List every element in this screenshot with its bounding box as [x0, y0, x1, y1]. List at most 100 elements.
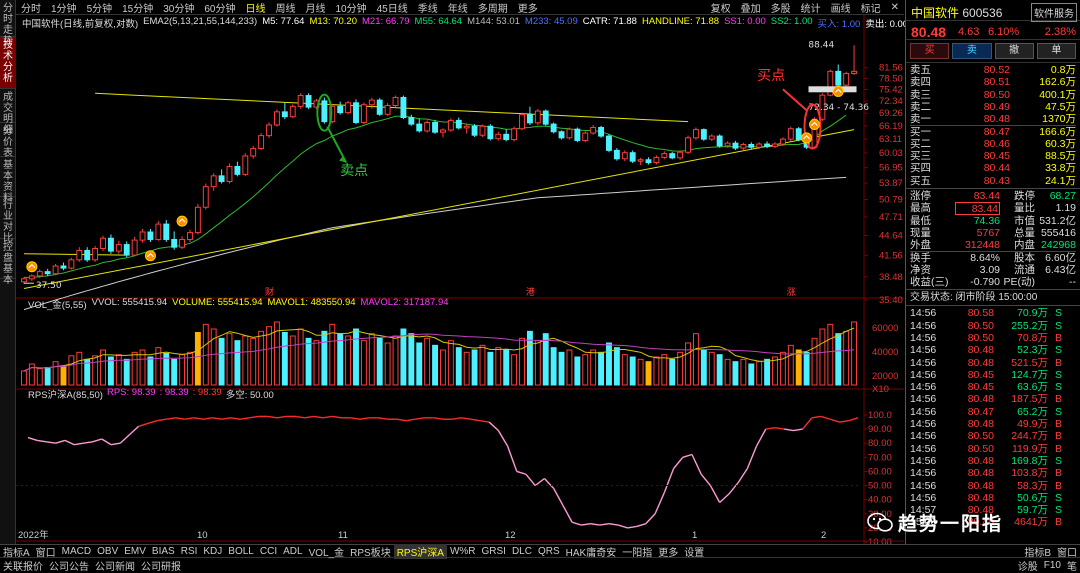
side-tab-0[interactable]: 分时走势 — [0, 0, 16, 47]
candle[interactable] — [353, 99, 359, 125]
candle[interactable] — [574, 127, 581, 143]
candle[interactable] — [226, 163, 233, 184]
candle[interactable] — [566, 127, 573, 140]
candle[interactable] — [534, 109, 541, 125]
status-link-1[interactable]: 公司公告 — [46, 558, 92, 573]
candle[interactable] — [471, 124, 478, 137]
buy-button[interactable]: 买 — [910, 43, 950, 59]
toolbar-1[interactable]: 叠加 — [736, 0, 766, 15]
indicator-tab-2[interactable]: MACD — [59, 546, 94, 557]
indicator-tab-0[interactable]: 指标A — [0, 544, 33, 559]
candle[interactable] — [598, 125, 605, 138]
candle[interactable] — [479, 124, 486, 137]
candle[interactable] — [376, 98, 383, 116]
side-tab-2[interactable]: 成交明细 — [0, 89, 16, 136]
candle[interactable] — [795, 127, 802, 142]
side-tab-4[interactable]: 基本资料 — [0, 157, 16, 204]
indicator-tab-20[interactable]: 更多 — [655, 544, 681, 559]
indicator-tab-15[interactable]: GRSI — [479, 546, 509, 557]
period-tab-4[interactable]: 30分钟 — [158, 0, 199, 15]
f10-link[interactable]: F10 — [1041, 560, 1064, 571]
indicator-tab-17[interactable]: QRS — [535, 546, 563, 557]
period-tab-6[interactable]: 日线 — [241, 0, 271, 15]
order-button[interactable]: 单 — [1036, 43, 1076, 59]
indicator-tab-5[interactable]: BIAS — [149, 546, 178, 557]
indicator-b-tab[interactable]: 指标B — [1021, 544, 1054, 559]
candle[interactable] — [519, 112, 525, 131]
candle[interactable] — [305, 93, 312, 110]
candle[interactable] — [52, 263, 59, 276]
period-tab-3[interactable]: 15分钟 — [117, 0, 158, 15]
candle[interactable] — [321, 97, 328, 124]
candle[interactable] — [202, 183, 209, 210]
candle[interactable] — [558, 130, 565, 140]
period-tab-13[interactable]: 多周期 — [473, 0, 513, 15]
candle[interactable] — [266, 122, 272, 138]
indicator-tab-19[interactable]: 一阳指 — [619, 544, 655, 559]
side-tab-3[interactable]: 分价表 — [0, 123, 16, 159]
candle[interactable] — [827, 69, 834, 97]
candle[interactable] — [787, 126, 794, 142]
candle[interactable] — [297, 93, 304, 109]
candle[interactable] — [542, 109, 549, 126]
period-tab-8[interactable]: 月线 — [301, 0, 331, 15]
candle[interactable] — [92, 245, 99, 262]
candle[interactable] — [392, 95, 399, 108]
indicator-tab-16[interactable]: DLC — [509, 546, 535, 557]
period-tab-2[interactable]: 5分钟 — [82, 0, 118, 15]
period-tab-9[interactable]: 10分钟 — [331, 0, 372, 15]
candle[interactable] — [100, 235, 106, 252]
side-tab-5[interactable]: 行业对比 — [0, 197, 16, 244]
candle[interactable] — [194, 203, 201, 235]
candle[interactable] — [629, 150, 636, 164]
indicator-tab-8[interactable]: BOLL — [225, 546, 257, 557]
indicator-tab-18[interactable]: HAK庸奇安 — [563, 544, 620, 559]
side-tab-1[interactable]: 技术分析 — [0, 37, 16, 89]
indicator-tab-7[interactable]: KDJ — [200, 546, 225, 557]
indicator-tab-14[interactable]: W%R — [447, 546, 479, 557]
candle[interactable] — [400, 95, 407, 120]
candle[interactable] — [487, 124, 494, 141]
candle[interactable] — [242, 153, 249, 176]
cancel-button[interactable]: 撤 — [994, 43, 1034, 59]
candle[interactable] — [511, 126, 518, 142]
candle[interactable] — [273, 109, 280, 127]
toolbar-0[interactable]: 复权 — [706, 0, 736, 15]
main-price-panel[interactable]: 81.5678.5075.4272.3469.26 66.19 63.11 60.03… — [16, 15, 904, 544]
period-tab-11[interactable]: 季线 — [413, 0, 443, 15]
candle[interactable] — [289, 104, 296, 119]
period-tab-14[interactable]: 更多 — [513, 0, 543, 15]
indicator-tab-1[interactable]: 窗口 — [33, 544, 59, 559]
indicator-tab-11[interactable]: VOL_金 — [306, 544, 348, 559]
status-link-0[interactable]: 关联报价 — [0, 558, 46, 573]
candle[interactable] — [677, 150, 684, 160]
tick-tab[interactable]: 笔 — [1064, 558, 1080, 573]
diagnose-link[interactable]: 诊股 — [1015, 558, 1041, 573]
period-tab-5[interactable]: 60分钟 — [199, 0, 240, 15]
candle[interactable] — [582, 131, 589, 143]
indicator-tab-21[interactable]: 设置 — [681, 544, 707, 559]
toolbar-2[interactable]: 多股 — [766, 0, 796, 15]
sell-button[interactable]: 卖 — [952, 43, 992, 59]
candle[interactable] — [424, 120, 431, 133]
candle[interactable] — [68, 257, 75, 270]
candle[interactable] — [155, 221, 162, 241]
indicator-tab-4[interactable]: EMV — [121, 546, 149, 557]
period-tab-0[interactable]: 分时 — [16, 0, 46, 15]
candle[interactable] — [700, 128, 707, 141]
candle[interactable] — [345, 100, 352, 115]
indicator-tab-13[interactable]: RPS沪深A — [393, 543, 447, 559]
period-tab-10[interactable]: 45日线 — [372, 0, 413, 15]
candle[interactable] — [384, 103, 391, 116]
toolbar-5[interactable]: 标记 — [856, 0, 886, 15]
candle[interactable] — [131, 236, 138, 257]
candle[interactable] — [613, 148, 620, 161]
window-tab[interactable]: 窗口 — [1054, 544, 1080, 559]
close-icon[interactable]: ✕ — [886, 2, 904, 13]
candle[interactable] — [606, 134, 612, 153]
indicator-tab-12[interactable]: RPS板块 — [347, 544, 394, 559]
status-link-2[interactable]: 公司新闻 — [92, 558, 138, 573]
period-tab-12[interactable]: 年线 — [443, 0, 473, 15]
candle[interactable] — [447, 118, 454, 132]
candle[interactable] — [432, 119, 438, 134]
